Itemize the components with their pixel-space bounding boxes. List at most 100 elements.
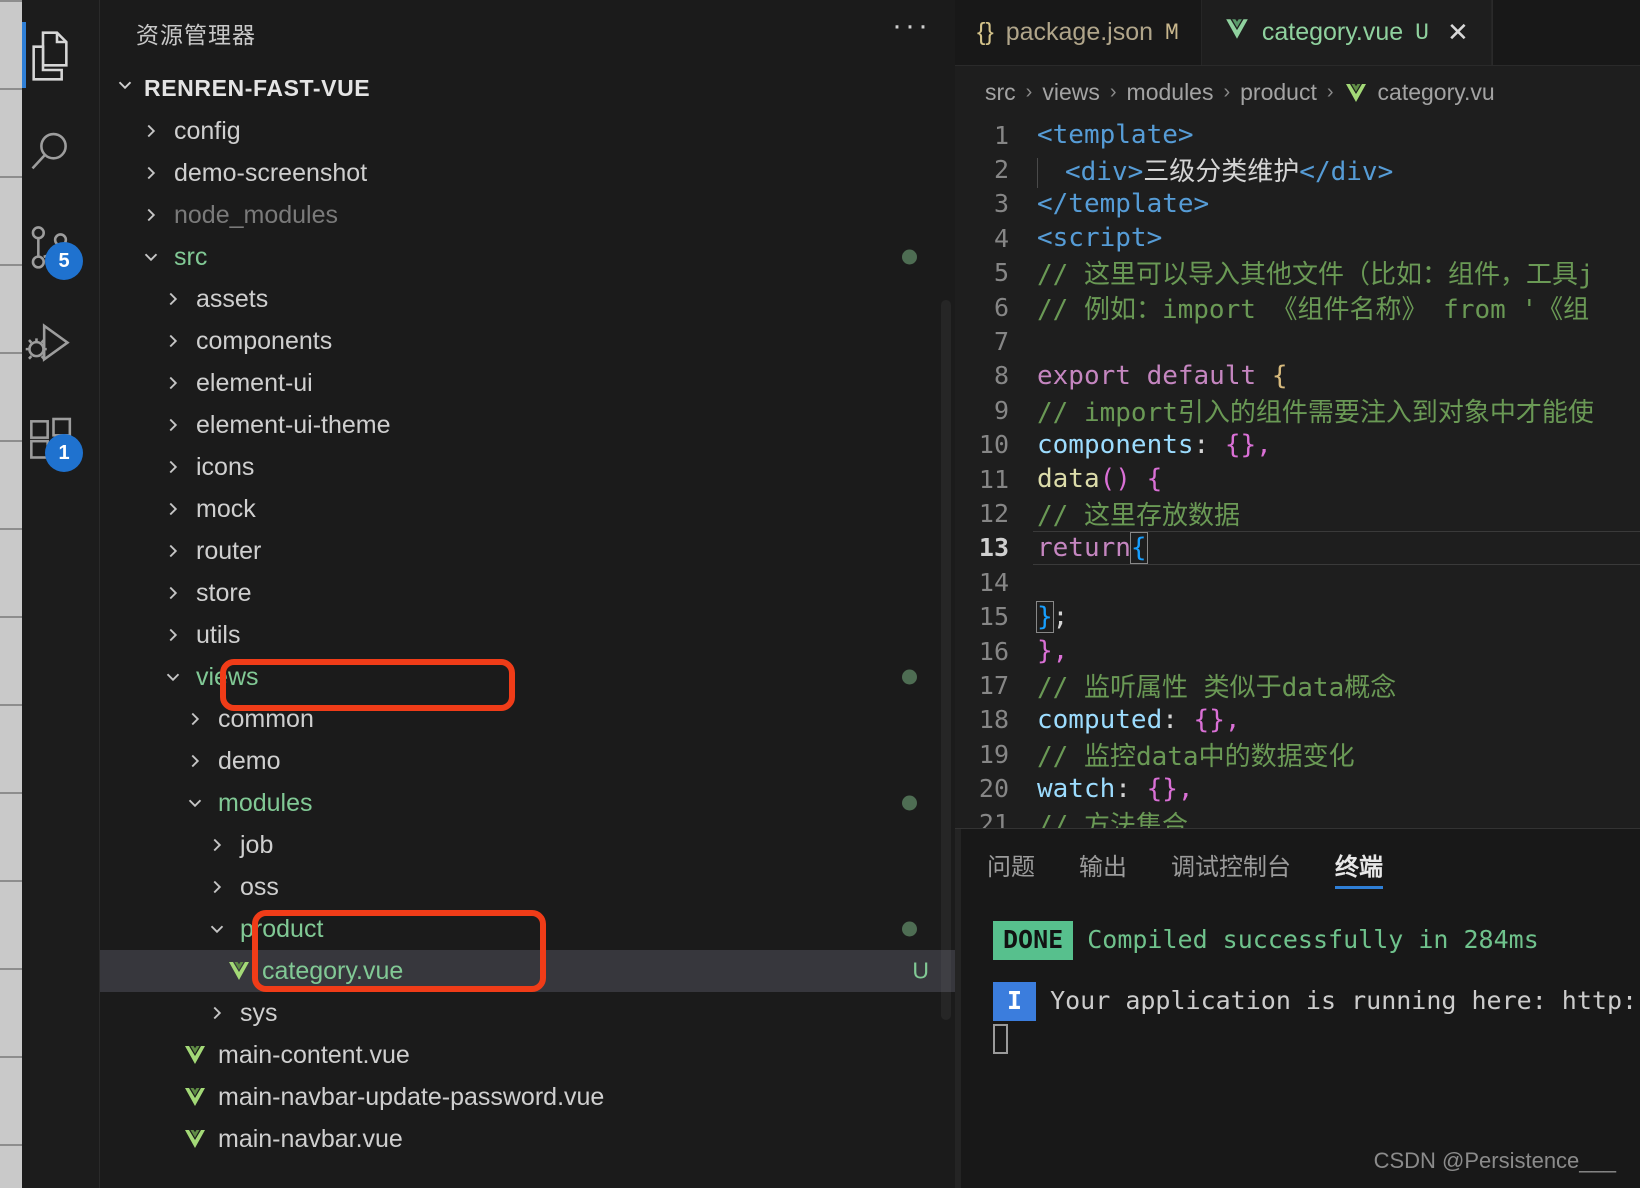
code-line[interactable]: 5 // 这里可以导入其他文件（比如：组件，工具j [955,256,1640,290]
tab-git-state: U [1415,19,1429,46]
tree-item-label: router [196,536,262,565]
code-line[interactable]: 10 components: {}, [955,428,1640,462]
code-line-content: // 监控data中的数据变化 [1033,736,1355,773]
tree-folder-row[interactable]: product [100,908,955,950]
tree-item-label: src [174,242,208,271]
tree-file-row[interactable]: main-navbar-update-password.vue [100,1076,955,1118]
bottom-panel: 问题 输出 调试控制台 终端 DONE Compiled successfully in… [955,828,1640,1188]
code-line-content: </template> [1033,189,1209,219]
code-line[interactable]: 9 // import引入的组件需要注入到对象中才能使 [955,393,1640,428]
tree-folder-row[interactable]: node_modules [100,194,955,236]
code-line[interactable]: 15}; [955,599,1640,633]
tree-folder-row[interactable]: element-ui-theme [100,404,955,446]
close-icon[interactable]: ✕ [1447,17,1469,48]
code-line[interactable]: 11 data() { [955,462,1640,496]
chevron-right-icon [136,162,166,184]
terminal-output[interactable]: DONE Compiled successfully in 284ms I Your… [955,899,1640,1188]
chevron-down-icon [158,666,188,688]
code-token: 三级分类维护 [1143,157,1300,188]
tab-label: package.json [1005,18,1154,46]
code-token: ; [1052,601,1069,632]
tree-file-row[interactable]: main-content.vue [100,1034,955,1076]
code-line[interactable]: 4 <script> [955,221,1640,255]
terminal-line: I Your application is running here: http: [993,981,1640,1021]
code-line[interactable]: 2 <div>三级分类维护</div> [955,151,1640,188]
code-line-content: <div>三级分类维护</div> [1033,151,1393,188]
panel-tab-terminal[interactable]: 终端 [1335,829,1383,899]
tree-folder-row[interactable]: sys [100,992,955,1034]
panel-tab-list[interactable]: 问题 输出 调试控制台 终端 [955,829,1640,899]
more-actions-icon[interactable]: ··· [892,11,931,45]
code-line-content: export default { [1033,361,1287,391]
code-line[interactable]: 3 </template> [955,187,1640,221]
tree-folder-row[interactable]: utils [100,614,955,656]
code-line[interactable]: 14 [955,565,1640,599]
vscode-window: 5 1 资源管理器 ··· RENREN-FAST-VUE config dem… [0,0,1640,1188]
code-line[interactable]: 1 <template> [955,118,1640,152]
breadcrumb[interactable]: src › views › modules › product › category.vu [955,66,1640,118]
breadcrumb-segment[interactable]: views [1042,79,1100,106]
code-line[interactable]: 6 // 例如：import 《组件名称》 from '《组 [955,290,1640,325]
vue-file-icon [180,1043,210,1067]
line-number: 19 [978,739,1009,769]
tree-folder-row[interactable]: element-ui [100,362,955,404]
tab-package-json[interactable]: {} package.json M [955,0,1202,65]
panel-tab-debug-console[interactable]: 调试控制台 [1171,829,1291,899]
workspace-root-row[interactable]: RENREN-FAST-VUE [100,66,955,110]
code-line[interactable]: 7 [955,324,1640,358]
chevron-right-icon [158,372,188,394]
tree-folder-row[interactable]: mock [100,488,955,530]
code-line-content: watch: {}, [1033,774,1194,804]
breadcrumb-segment[interactable]: src [985,79,1016,106]
tree-folder-row[interactable]: icons [100,446,955,488]
run-and-debug-icon [22,316,78,372]
code-line[interactable]: 8 export default { [955,359,1640,393]
vue-icon [1224,16,1250,49]
explorer-scrollbar[interactable] [941,300,951,1020]
tree-folder-row[interactable]: assets [100,278,955,320]
code-line[interactable]: 18 computed: {}, [955,703,1640,737]
tree-folder-row[interactable]: components [100,320,955,362]
explorer-header: 资源管理器 ··· [100,0,955,66]
file-tree[interactable]: config demo-screenshot node_modulessrc asse… [100,110,955,1188]
code-token: return [1037,532,1131,563]
tree-folder-row[interactable]: config [100,110,955,152]
tree-folder-row[interactable]: modules [100,782,955,824]
code-line[interactable]: 12 // 这里存放数据 [955,496,1640,531]
code-editor[interactable]: 1 <template> 2 <div>三级分类维护</div> 3 </template… [955,118,1640,828]
code-token: : [1115,773,1147,804]
tree-folder-row[interactable]: demo [100,740,955,782]
code-line[interactable]: 16}, [955,634,1640,668]
code-token: () [1099,464,1131,495]
tree-item-label: category.vue [262,956,404,985]
panel-tab-problems[interactable]: 问题 [987,829,1035,899]
tree-file-row[interactable]: category.vue U [100,950,955,992]
code-line[interactable]: 13 return { [955,530,1640,565]
tree-folder-row[interactable]: common [100,698,955,740]
tree-folder-row[interactable]: router [100,530,955,572]
vue-file-icon [180,1085,210,1109]
active-indicator [22,310,26,376]
code-line[interactable]: 21 // 方法集合 [955,806,1640,829]
tree-folder-row[interactable]: store [100,572,955,614]
breadcrumb-segment[interactable]: category.vu [1378,79,1495,106]
line-number: 17 [978,670,1009,700]
tree-folder-row[interactable]: oss [100,866,955,908]
code-line[interactable]: 20 watch: {}, [955,771,1640,805]
tree-folder-row[interactable]: src [100,236,955,278]
code-token: // 监控data中的数据变化 [1037,741,1355,772]
tree-item-label: assets [196,284,269,313]
tab-category-vue[interactable]: category.vue U ✕ [1201,0,1492,65]
tree-folder-row[interactable]: job [100,824,955,866]
breadcrumb-segment[interactable]: product [1240,79,1317,106]
terminal-text: Your application is running here: http: [1050,985,1638,1015]
breadcrumb-segment[interactable]: modules [1127,79,1214,106]
tree-folder-row[interactable]: views [100,656,955,698]
code-line[interactable]: 17 // 监听属性 类似于data概念 [955,668,1640,703]
code-line[interactable]: 19 // 监控data中的数据变化 [955,736,1640,773]
tree-folder-row[interactable]: demo-screenshot [100,152,955,194]
panel-tab-output[interactable]: 输出 [1079,829,1127,899]
chevron-down-icon [136,246,166,268]
tree-file-row[interactable]: main-navbar.vue [100,1118,955,1160]
